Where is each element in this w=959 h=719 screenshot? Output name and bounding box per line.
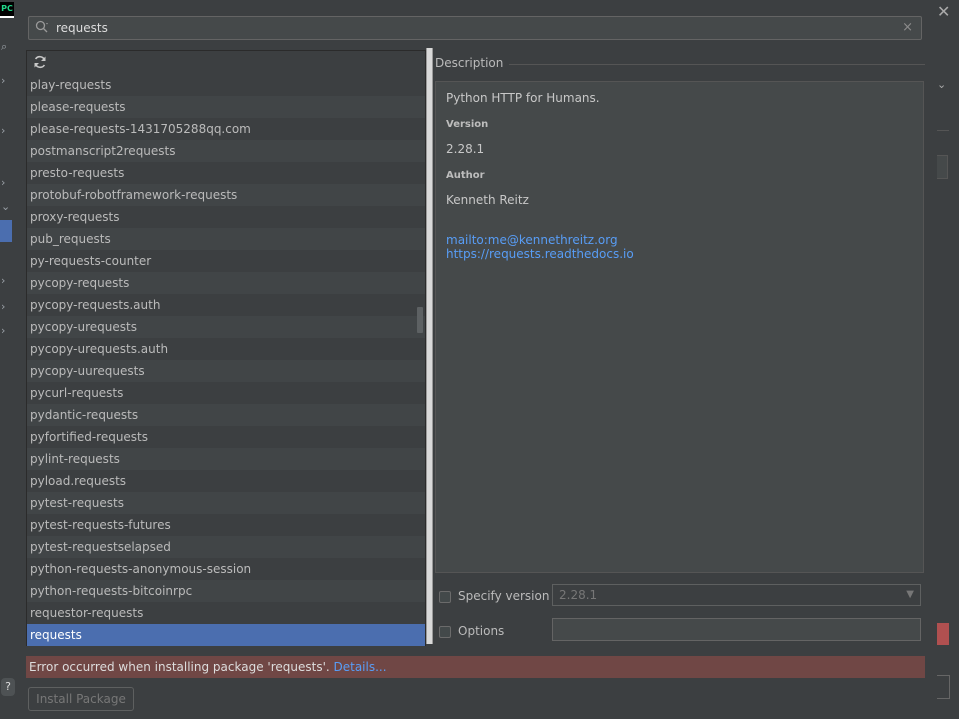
package-list: play-requests please-requests please-reque… xyxy=(27,74,425,646)
clear-search-icon[interactable]: × xyxy=(902,20,913,35)
chevron-right-icon[interactable]: › xyxy=(1,274,5,287)
version-value: 2.28.1 xyxy=(446,142,485,156)
specify-version-checkbox[interactable] xyxy=(439,591,451,603)
list-scrollbar-thumb[interactable] xyxy=(417,307,423,333)
description-title: Description xyxy=(435,56,510,70)
chevron-right-icon[interactable]: › xyxy=(1,74,5,87)
specify-version-label: Specify version xyxy=(458,589,550,603)
options-checkbox[interactable] xyxy=(439,626,451,638)
options-label: Options xyxy=(458,624,505,638)
package-list-item[interactable]: pub_requests xyxy=(27,228,425,250)
chevron-down-icon[interactable]: ⌄ xyxy=(1,200,10,213)
package-list-panel: play-requests please-requests please-reque… xyxy=(26,50,426,646)
package-list-item[interactable]: python-requests-anonymous-session xyxy=(27,558,425,580)
links-block: mailto:me@kennethreitz.org https://reque… xyxy=(446,233,913,261)
background-button xyxy=(937,675,950,699)
chevron-right-icon[interactable]: › xyxy=(1,124,5,137)
package-list-item[interactable]: pydantic-requests xyxy=(27,404,425,426)
list-toolbar xyxy=(27,51,425,73)
version-select[interactable]: 2.28.1 ▼ xyxy=(552,584,921,606)
homepage-link[interactable]: https://requests.readthedocs.io xyxy=(446,247,913,261)
package-list-item[interactable]: requests xyxy=(27,624,425,646)
error-banner: Error occurred when installing package '… xyxy=(26,656,925,678)
ide-selected-item[interactable] xyxy=(0,220,12,242)
author-value: Kenneth Reitz xyxy=(446,193,529,207)
chevron-right-icon[interactable]: › xyxy=(1,176,5,189)
package-list-item[interactable]: play-requests xyxy=(27,74,425,96)
ide-right-strip: ✕ ⌄ xyxy=(937,0,959,719)
error-message: Error occurred when installing package '… xyxy=(29,660,334,674)
package-list-item[interactable]: please-requests xyxy=(27,96,425,118)
package-list-item[interactable]: presto-requests xyxy=(27,162,425,184)
package-list-item[interactable]: requestor-requests xyxy=(27,602,425,624)
package-list-item[interactable]: pycopy-urequests.auth xyxy=(27,338,425,360)
chevron-right-icon[interactable]: › xyxy=(1,300,5,313)
package-list-item[interactable]: pytest-requestselapsed xyxy=(27,536,425,558)
package-list-item[interactable]: py-requests-counter xyxy=(27,250,425,272)
divider xyxy=(937,130,949,131)
available-packages-dialog: × play-requestsplease-requestsplease-req… xyxy=(18,0,937,719)
options-input[interactable] xyxy=(552,618,921,641)
package-list-item[interactable]: pycurl-requests xyxy=(27,382,425,404)
package-list-item[interactable]: protobuf-robotframework-requests xyxy=(27,184,425,206)
background-field xyxy=(937,155,948,179)
description-panel: Python HTTP for Humans. Version 2.28.1 A… xyxy=(435,81,924,573)
chevron-right-icon[interactable]: › xyxy=(1,324,5,337)
search-icon xyxy=(35,20,48,33)
package-list-item[interactable]: postmanscript2requests xyxy=(27,140,425,162)
author-email-link[interactable]: mailto:me@kennethreitz.org xyxy=(446,233,913,247)
help-icon[interactable]: ? xyxy=(1,678,15,696)
close-icon[interactable]: ✕ xyxy=(937,2,950,21)
description-header: Description xyxy=(435,56,925,74)
dropdown-arrow-icon: ▼ xyxy=(906,589,914,600)
panel-splitter[interactable] xyxy=(426,48,433,644)
background-error-strip xyxy=(937,623,949,645)
package-list-item[interactable]: python-requests-bitcoinrpc xyxy=(27,580,425,602)
package-list-item[interactable]: pylint-requests xyxy=(27,448,425,470)
package-list-item[interactable]: pyfortified-requests xyxy=(27,426,425,448)
version-select-value: 2.28.1 xyxy=(559,588,598,602)
error-details-link[interactable]: Details... xyxy=(334,660,387,674)
search-input[interactable] xyxy=(56,17,886,39)
package-list-item[interactable]: proxy-requests xyxy=(27,206,425,228)
version-label: Version xyxy=(446,119,489,130)
package-list-item[interactable]: pytest-requests-futures xyxy=(27,514,425,536)
package-list-item[interactable]: please-requests-1431705288qq.com xyxy=(27,118,425,140)
package-list-item[interactable]: pycopy-urequests xyxy=(27,316,425,338)
install-package-button[interactable]: Install Package xyxy=(28,687,134,711)
chevron-down-icon[interactable]: ⌄ xyxy=(937,78,946,91)
refresh-icon[interactable] xyxy=(32,54,48,70)
package-list-item[interactable]: pyload.requests xyxy=(27,470,425,492)
ide-left-strip: PC ⌕ › › › ⌄ › › › ? xyxy=(0,0,19,719)
package-list-item[interactable]: pycopy-requests xyxy=(27,272,425,294)
search-icon: ⌕ xyxy=(1,40,8,53)
author-label: Author xyxy=(446,170,485,181)
package-summary: Python HTTP for Humans. xyxy=(446,91,600,105)
package-list-item[interactable]: pycopy-requests.auth xyxy=(27,294,425,316)
package-list-item[interactable]: pycopy-uurequests xyxy=(27,360,425,382)
package-search-box[interactable]: × xyxy=(28,16,922,40)
ide-logo: PC xyxy=(0,2,14,18)
package-list-item[interactable]: pytest-requests xyxy=(27,492,425,514)
